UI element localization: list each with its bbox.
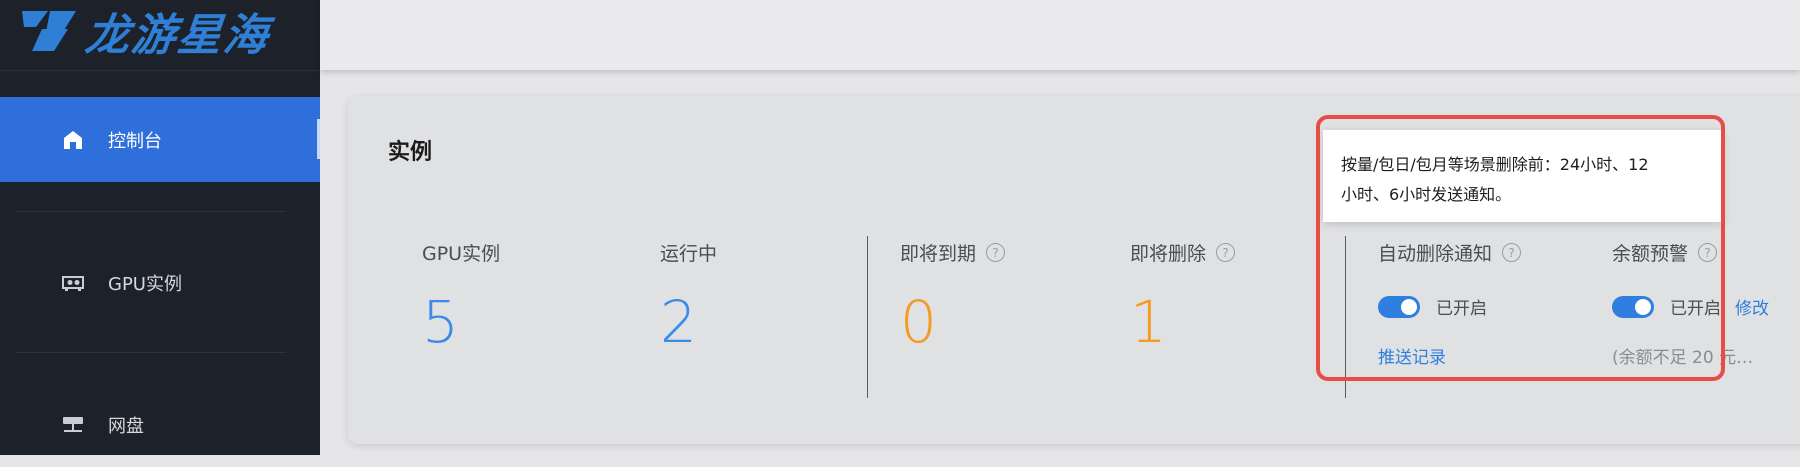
logo-divider — [0, 70, 320, 71]
sidebar: 龙游星海 控制台 GPU实例 网盘 — [0, 0, 320, 455]
edit-link[interactable]: 修改 — [1735, 294, 1769, 319]
stat-deleting-soon: 即将删除 ? 1 — [1130, 239, 1236, 352]
divider-line — [867, 236, 868, 398]
stat-label: GPU实例 — [422, 243, 501, 265]
sidebar-divider — [16, 211, 286, 212]
stat-running: 运行中 2 — [660, 239, 717, 352]
top-header — [320, 0, 1800, 70]
brand-name: 龙游星海 — [82, 10, 273, 61]
sidebar-item-label: GPU实例 — [108, 273, 182, 295]
stat-value[interactable]: 0 — [900, 292, 1005, 352]
help-icon[interactable]: ? — [986, 243, 1006, 262]
sidebar-item-network-drive[interactable]: 网盘 — [0, 382, 320, 467]
help-icon[interactable]: ? — [1216, 243, 1236, 262]
stat-label: 即将删除 — [1130, 243, 1207, 265]
stat-expiring-soon: 即将到期 ? 0 — [900, 239, 1006, 352]
sidebar-item-gpu-instances[interactable]: GPU实例 — [0, 240, 320, 325]
stat-label: 即将到期 — [900, 243, 977, 265]
stat-value[interactable]: 5 — [422, 292, 500, 352]
network-drive-icon — [60, 412, 86, 438]
sidebar-divider — [16, 352, 286, 353]
card-title: 实例 — [388, 140, 433, 165]
sidebar-item-label: 网盘 — [108, 415, 144, 437]
stat-value[interactable]: 1 — [1130, 292, 1235, 352]
logo-mark-icon — [22, 11, 76, 51]
brand-logo[interactable]: 龙游星海 — [14, 0, 272, 62]
stat-label: 运行中 — [660, 243, 718, 265]
stat-value[interactable]: 2 — [660, 292, 717, 352]
highlight-box — [1316, 115, 1725, 381]
sidebar-item-label: 控制台 — [108, 130, 162, 152]
home-icon — [60, 127, 86, 153]
stat-gpu-instances: GPU实例 5 — [422, 239, 500, 352]
sidebar-item-console[interactable]: 控制台 — [0, 97, 320, 182]
gpu-card-icon — [60, 270, 86, 296]
